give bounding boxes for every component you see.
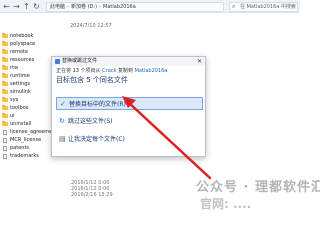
copy-icon — [55, 59, 60, 64]
item-name: toolbox — [10, 105, 29, 111]
file-icon — [3, 145, 7, 151]
check-icon: ✓ — [60, 100, 66, 108]
folder-icon — [2, 89, 8, 94]
breadcrumb-item-pc[interactable]: 此电脑 — [50, 4, 65, 10]
watermark: 公众号 · 理都软件汇 — [196, 180, 320, 195]
date-column: 2016/1/12 0:00 2016/1/12 0:00 2016/2/16 … — [71, 180, 151, 198]
search-input[interactable]: ⌕ 在 Matlab2016a 中搜索 — [229, 2, 298, 12]
modified-date: 2024/7/10 12:57 — [70, 23, 112, 29]
item-name: uninstall — [10, 121, 32, 127]
replace-files-option[interactable]: ✓ 替换目标中的文件(R) — [56, 97, 203, 110]
breadcrumb[interactable]: 此电脑 › 新加卷 (D:) › Matlab2016a — [46, 2, 224, 12]
address-toolbar: ← → ↑ ↻ 此电脑 › 新加卷 (D:) › Matlab2016a ⌕ 在 Mat… — [0, 0, 300, 13]
copy-info: 正在将 13 个项目从 Crack 复制到 Matlab2016a — [52, 66, 205, 75]
up-arrow-icon[interactable]: ↑ — [22, 1, 31, 12]
replace-or-skip-dialog: 替换或跳过文件 ✕ 正在将 13 个项目从 Crack 复制到 Matlab20… — [51, 56, 206, 157]
dialog-title: 替换或跳过文件 — [62, 58, 98, 64]
folder-icon — [2, 97, 8, 102]
item-name: settings — [10, 81, 30, 87]
forward-arrow-icon[interactable]: → — [12, 1, 21, 12]
refresh-icon[interactable]: ↻ — [32, 1, 41, 12]
folder-icon — [2, 49, 8, 54]
document-icon: ▤ — [59, 135, 66, 143]
folder-icon — [2, 65, 8, 70]
item-name: notebook — [10, 33, 34, 39]
destination-link[interactable]: Matlab2016a — [135, 68, 168, 74]
item-name: rtw — [10, 65, 19, 71]
item-name: ui — [10, 113, 15, 119]
folder-icon — [2, 81, 8, 86]
date-cell: 2016/2/16 13:29 — [71, 192, 113, 198]
item-name: runtime — [10, 73, 30, 79]
folder-icon — [2, 73, 8, 78]
watermark: 官网: .... — [200, 197, 252, 211]
option-label: 替换目标中的文件(R) — [69, 101, 126, 108]
folder-icon — [2, 41, 8, 46]
option-label: 跳过这些文件(S) — [68, 118, 113, 125]
close-icon[interactable]: ✕ — [197, 57, 202, 66]
list-item[interactable]: polyspace — [0, 40, 62, 48]
list-item[interactable]: remote — [0, 48, 62, 56]
skip-icon: ↻ — [59, 117, 65, 125]
option-label: 让我决定每个文件(C) — [68, 136, 125, 143]
search-icon: ⌕ — [232, 3, 236, 10]
skip-files-option[interactable]: ↻ 跳过这些文件(S) — [56, 115, 203, 128]
file-icon — [3, 129, 7, 135]
folder-icon — [2, 121, 8, 126]
folder-icon — [2, 33, 8, 38]
info-prefix: 正在将 13 个项目从 — [56, 68, 101, 74]
item-name: polyspace — [10, 41, 36, 47]
file-icon — [3, 153, 7, 159]
list-item[interactable]: notebook — [0, 32, 62, 40]
item-name: MCR_license — [10, 137, 42, 143]
item-name: patents — [10, 145, 30, 151]
file-icon — [3, 137, 7, 143]
breadcrumb-item-folder[interactable]: Matlab2016a — [103, 4, 136, 10]
item-name: sys — [10, 97, 19, 103]
folder-icon — [2, 105, 8, 110]
item-name: resources — [10, 57, 35, 63]
dialog-heading: 目标包含 5 个同名文件 — [56, 76, 128, 84]
search-placeholder: 在 Matlab2016a 中搜索 — [240, 4, 296, 10]
item-name: trademarks — [10, 153, 39, 159]
source-link[interactable]: Crack — [102, 68, 116, 74]
folder-icon — [2, 113, 8, 118]
item-name: remote — [10, 49, 28, 55]
dialog-titlebar: 替换或跳过文件 ✕ — [52, 57, 205, 66]
back-arrow-icon[interactable]: ← — [2, 1, 11, 12]
breadcrumb-item-drive[interactable]: 新加卷 (D:) — [71, 4, 97, 10]
folder-icon — [2, 57, 8, 62]
info-mid: 复制到 — [118, 68, 134, 74]
decide-each-file-option[interactable]: ▤ 让我决定每个文件(C) — [56, 133, 203, 146]
item-name: simulink — [10, 89, 31, 95]
